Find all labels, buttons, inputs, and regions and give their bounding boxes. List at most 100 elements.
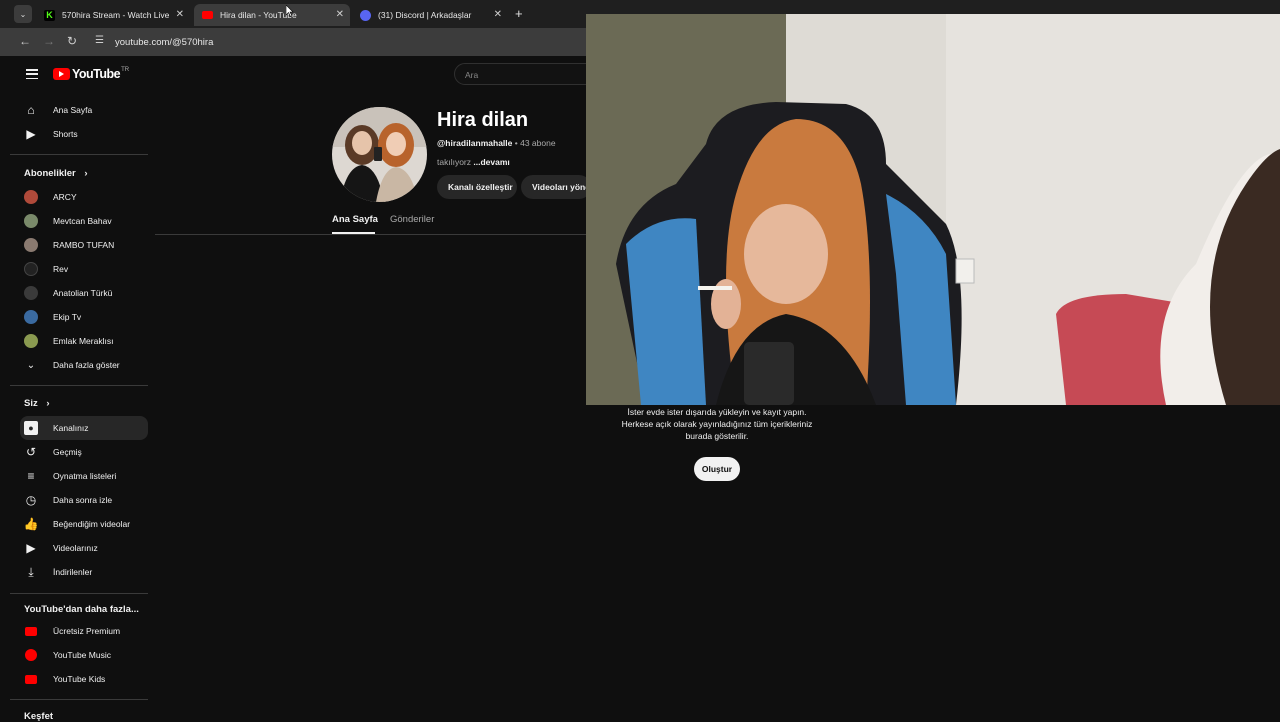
site-settings-icon[interactable]: ☰: [95, 35, 104, 47]
empty-state-line: burada gösterilir.: [685, 431, 749, 441]
tab-home[interactable]: Ana Sayfa: [332, 214, 378, 225]
chevron-right-icon: ›: [84, 168, 88, 179]
avatar: [24, 262, 38, 276]
subscription-label: Mevtcan Bahav: [53, 216, 112, 226]
sidebar-item-label: Daha sonra izle: [53, 495, 113, 505]
home-icon: ⌂: [27, 103, 35, 117]
sidebar-item-watch-later[interactable]: ◷ Daha sonra izle: [20, 488, 148, 512]
thumbs-up-icon: 👍: [23, 517, 39, 531]
sidebar-item-downloads[interactable]: ⤓ İndirilenler: [20, 560, 148, 584]
youtube-music-icon: [24, 648, 38, 662]
sidebar-item-premium[interactable]: Ücretsiz Premium: [20, 619, 148, 643]
new-tab-button[interactable]: +: [515, 6, 523, 21]
sidebar-item-your-videos[interactable]: ▶ Videolarınız: [20, 536, 148, 560]
sidebar-item-home[interactable]: ⌂ Ana Sayfa: [20, 98, 148, 122]
you-title: Siz: [24, 398, 38, 409]
close-tab-icon[interactable]: ✕: [494, 9, 502, 20]
search-input[interactable]: Ara: [454, 63, 594, 85]
sidebar-item-label: Oynatma listeleri: [53, 471, 117, 481]
sidebar-item-label: Ana Sayfa: [53, 105, 93, 115]
subscription-label: Rev: [53, 264, 69, 274]
back-arrow-icon[interactable]: ←: [19, 35, 31, 47]
sidebar-item-label: Beğendiğim videolar: [53, 519, 131, 529]
subscription-item[interactable]: Anatolian Türkü: [20, 281, 148, 305]
forward-arrow-icon[interactable]: →: [43, 35, 55, 47]
explore-heading: Keşfet: [24, 711, 54, 722]
browser-tab-kick[interactable]: K 570hira Stream - Watch Live on ✕: [36, 4, 190, 26]
tab-posts[interactable]: Gönderiler: [390, 214, 434, 225]
mouse-cursor-icon: [286, 5, 294, 17]
subscription-label: RAMBO TUFAN: [53, 240, 115, 250]
browser-tab-discord[interactable]: (31) Discord | Arkadaşlar ✕: [352, 4, 508, 26]
subscription-label: ARCY: [53, 192, 77, 202]
browser-tab-youtube[interactable]: Hira dilan - YouTube ✕: [194, 4, 350, 26]
reload-icon[interactable]: ↻: [67, 35, 77, 47]
sidebar-item-your-channel[interactable]: ● Kanalınız: [20, 416, 148, 440]
sidebar-item-playlists[interactable]: ≡ Oynatma listeleri: [20, 464, 148, 488]
sidebar-item-music[interactable]: YouTube Music: [20, 643, 148, 667]
sidebar-item-liked-videos[interactable]: 👍 Beğendiğim videolar: [20, 512, 148, 536]
tab-title: 570hira Stream - Watch Live on: [62, 10, 172, 20]
url-field[interactable]: youtube.com/@570hira: [115, 37, 213, 48]
playlist-icon: ≡: [27, 469, 35, 483]
chevron-down-icon: ⌄: [26, 359, 36, 371]
divider: [10, 385, 148, 386]
sidebar-item-label: Shorts: [53, 129, 78, 139]
subscriber-count: • 43 abone: [514, 138, 556, 148]
avatar: [24, 310, 38, 324]
avatar: [24, 334, 38, 348]
subscription-item[interactable]: ARCY: [20, 185, 148, 209]
divider: [10, 593, 148, 594]
kick-icon: K: [44, 9, 55, 21]
webcam-image: [586, 14, 1280, 405]
empty-state-text: İster evde ister dışarıda yükleyin ve ka…: [600, 406, 834, 442]
more-from-youtube-heading: YouTube'dan daha fazla...: [24, 604, 139, 615]
subscription-item[interactable]: Emlak Meraklısı: [20, 329, 148, 353]
sidebar-item-label: YouTube Music: [53, 650, 111, 660]
channel-icon: ●: [24, 421, 38, 435]
subscription-item[interactable]: Mevtcan Bahav: [20, 209, 148, 233]
more-link[interactable]: ...devamı: [473, 157, 509, 167]
divider: [10, 154, 148, 155]
close-tab-icon[interactable]: ✕: [336, 9, 344, 20]
sidebar-item-label: Kanalınız: [53, 423, 89, 433]
sidebar-item-label: İndirilenler: [53, 567, 93, 577]
tab-list-button[interactable]: ⌄: [14, 5, 32, 23]
plus-icon: +: [515, 6, 523, 21]
subscription-item[interactable]: RAMBO TUFAN: [20, 233, 148, 257]
sidebar-item-label: Videolarınız: [53, 543, 98, 553]
chevron-down-icon: ⌄: [19, 9, 27, 19]
avatar: [24, 286, 38, 300]
channel-description-line[interactable]: takılıyorz ...devamı: [437, 157, 510, 167]
channel-avatar[interactable]: [332, 107, 427, 202]
youtube-kids-icon: [24, 672, 38, 686]
sidebar-item-kids[interactable]: YouTube Kids: [20, 667, 148, 691]
manage-videos-button[interactable]: Videoları yönet: [521, 175, 591, 199]
sidebar-item-label: Geçmiş: [53, 447, 82, 457]
discord-icon: [360, 9, 371, 21]
create-button[interactable]: Oluştur: [694, 457, 740, 481]
avatar: [24, 190, 38, 204]
tab-title: (31) Discord | Arkadaşlar: [378, 10, 472, 20]
close-tab-icon[interactable]: ✕: [176, 9, 184, 20]
you-heading[interactable]: Siz ›: [24, 398, 50, 409]
sidebar-item-shorts[interactable]: ▶ Shorts: [20, 122, 148, 146]
shorts-icon: ▶: [26, 127, 36, 141]
customize-channel-button[interactable]: Kanalı özelleştir: [437, 175, 517, 199]
youtube-premium-icon: [24, 624, 38, 638]
sidebar-item-label: Ücretsiz Premium: [53, 626, 121, 636]
show-more-label: Daha fazla göster: [53, 360, 120, 370]
history-icon: ↺: [25, 445, 37, 459]
download-icon: ⤓: [28, 564, 34, 579]
subscription-item[interactable]: Rev: [20, 257, 148, 281]
youtube-icon: [202, 11, 213, 19]
subscription-item[interactable]: Ekip Tv: [20, 305, 148, 329]
empty-state-line: İster evde ister dışarıda yükleyin ve ka…: [627, 407, 807, 417]
sidebar-item-history[interactable]: ↺ Geçmiş: [20, 440, 148, 464]
clock-icon: ◷: [25, 493, 37, 507]
sidebar: ⌂ Ana Sayfa ▶ Shorts Abonelikler › ARCY …: [10, 58, 150, 722]
channel-name: Hira dilan: [437, 109, 529, 131]
show-more-button[interactable]: ⌄ Daha fazla göster: [20, 353, 148, 377]
chevron-right-icon: ›: [46, 398, 50, 409]
subscriptions-heading[interactable]: Abonelikler ›: [24, 168, 88, 179]
